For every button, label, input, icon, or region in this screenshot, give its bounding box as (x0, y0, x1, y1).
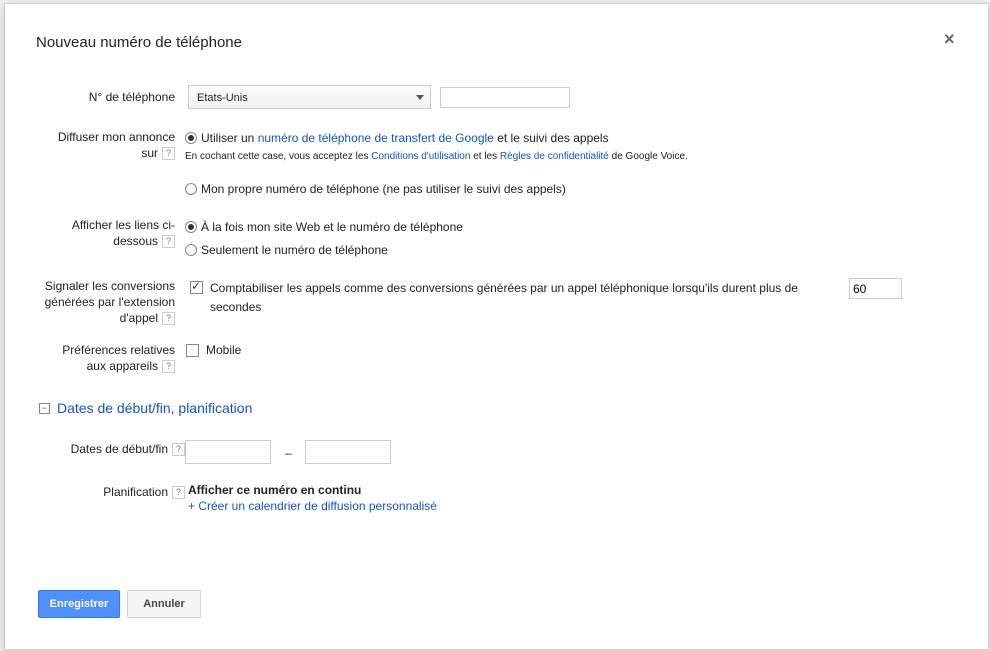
save-button[interactable]: Enregistrer (38, 590, 120, 618)
radio-phone-only[interactable] (185, 244, 197, 256)
phone-number-input[interactable] (440, 87, 570, 108)
terms-note: En cochant cette case, vous acceptez les… (185, 151, 688, 162)
conversions-label: Signaler les conversions générées par l'… (44, 279, 175, 326)
phone-only-label: Seulement le numéro de téléphone (201, 243, 388, 257)
new-phone-dialog: Nouveau numéro de téléphone × N° de télé… (4, 3, 989, 650)
seconds-input[interactable] (849, 278, 902, 299)
count-calls-checkbox[interactable] (190, 279, 203, 294)
help-icon[interactable]: ? (172, 443, 185, 457)
own-number-option-label: Mon propre numéro de téléphone (ne pas u… (201, 182, 566, 196)
radio-google-forwarding[interactable] (185, 132, 197, 144)
afficher-label: Afficher les liens ci- dessous? (71, 218, 175, 249)
help-icon[interactable]: ? (162, 360, 175, 374)
planning-value: Afficher ce numéro en continu (188, 483, 362, 497)
help-icon[interactable]: ? (162, 147, 175, 161)
count-calls-text-line1: Comptabiliser les appels comme des conve… (210, 281, 798, 295)
google-forwarding-option-label: Utiliser un numéro de téléphone de trans… (201, 131, 609, 145)
site-and-phone-label: À la fois mon site Web et le numéro de t… (201, 220, 463, 234)
diffuser-label: Diffuser mon annonce sur? (57, 130, 175, 161)
dates-label: Dates de début/fin? (35, 441, 185, 457)
custom-schedule-link[interactable]: + Créer un calendrier de diffusion perso… (188, 498, 437, 514)
country-select[interactable]: Etats-Unis (188, 85, 431, 109)
mobile-label: Mobile (206, 343, 242, 357)
radio-own-number[interactable] (185, 183, 197, 195)
help-icon[interactable]: ? (162, 235, 175, 249)
terms-link[interactable]: Conditions d'utilisation (371, 151, 470, 162)
cancel-button[interactable]: Annuler (127, 590, 201, 618)
radio-site-and-phone[interactable] (185, 221, 197, 233)
mobile-checkbox[interactable] (186, 344, 199, 357)
start-date-input[interactable] (185, 440, 271, 464)
schedule-section-title[interactable]: Dates de début/fin, planification (57, 400, 252, 416)
devices-label: Préférences relatives aux appareils? (62, 343, 175, 374)
dialog-title: Nouveau numéro de téléphone (36, 34, 242, 51)
collapse-icon[interactable]: − (39, 403, 50, 414)
close-icon[interactable]: × (944, 29, 955, 50)
planning-label: Planification? (35, 484, 185, 500)
count-calls-text-line2: secondes (210, 300, 262, 314)
phone-label: N° de téléphone (88, 90, 175, 104)
country-selected-value: Etats-Unis (197, 92, 248, 104)
help-icon[interactable]: ? (162, 312, 175, 326)
date-separator: – (285, 446, 292, 460)
chevron-down-icon (416, 95, 424, 100)
google-forwarding-link[interactable]: numéro de téléphone de transfert de Goog… (258, 131, 494, 145)
help-icon[interactable]: ? (172, 486, 185, 500)
privacy-link[interactable]: Règles de confidentialité (500, 151, 609, 162)
end-date-input[interactable] (305, 440, 391, 464)
